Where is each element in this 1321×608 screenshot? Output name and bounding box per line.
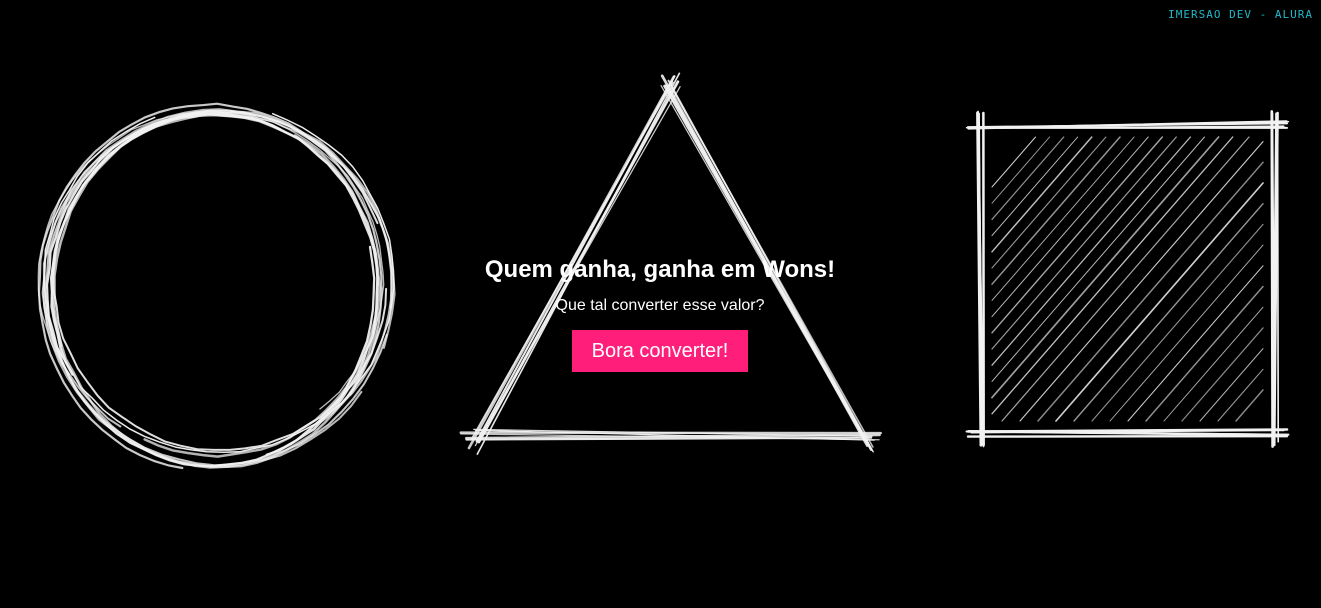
- hero-title: Quem ganha, ganha em Wons!: [484, 256, 836, 283]
- page-stage: Imersao dev - Alura Quem ganha, ganha em…: [0, 0, 1321, 608]
- convert-button[interactable]: Bora converter!: [571, 330, 749, 372]
- hero: Quem ganha, ganha em Wons! Que tal conve…: [460, 254, 860, 372]
- course-tag: Imersao dev - Alura: [1168, 8, 1313, 21]
- hero-subtitle: Que tal converter esse valor?: [555, 297, 765, 314]
- circle-icon: [37, 102, 396, 470]
- square-icon: [965, 110, 1290, 448]
